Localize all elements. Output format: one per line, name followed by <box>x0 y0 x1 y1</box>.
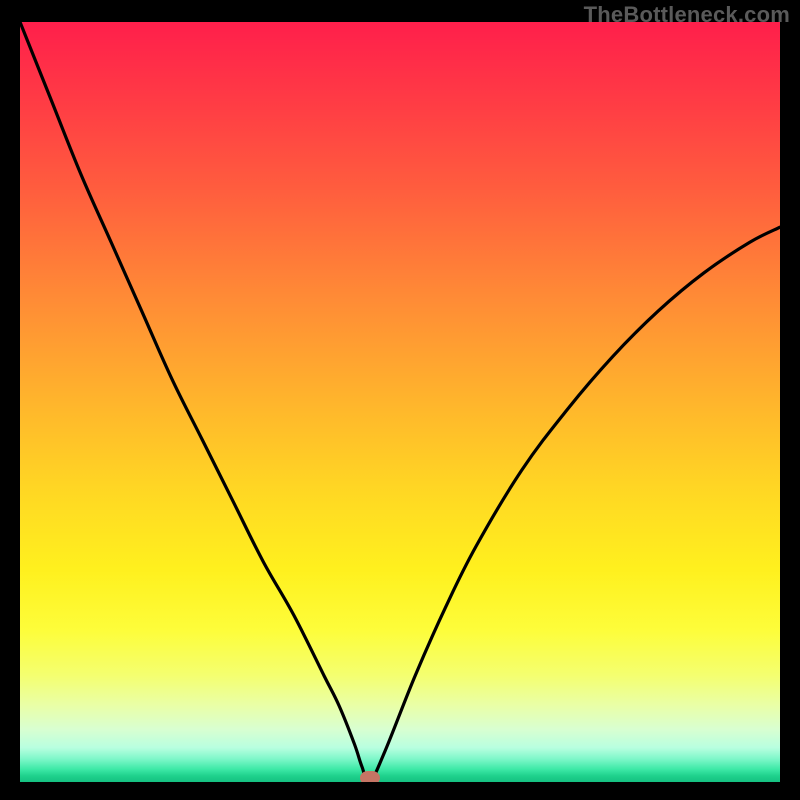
plot-area <box>20 22 780 782</box>
chart-frame: TheBottleneck.com <box>0 0 800 800</box>
optimum-marker <box>360 771 380 782</box>
watermark-text: TheBottleneck.com <box>584 2 790 28</box>
bottleneck-curve <box>20 22 780 782</box>
